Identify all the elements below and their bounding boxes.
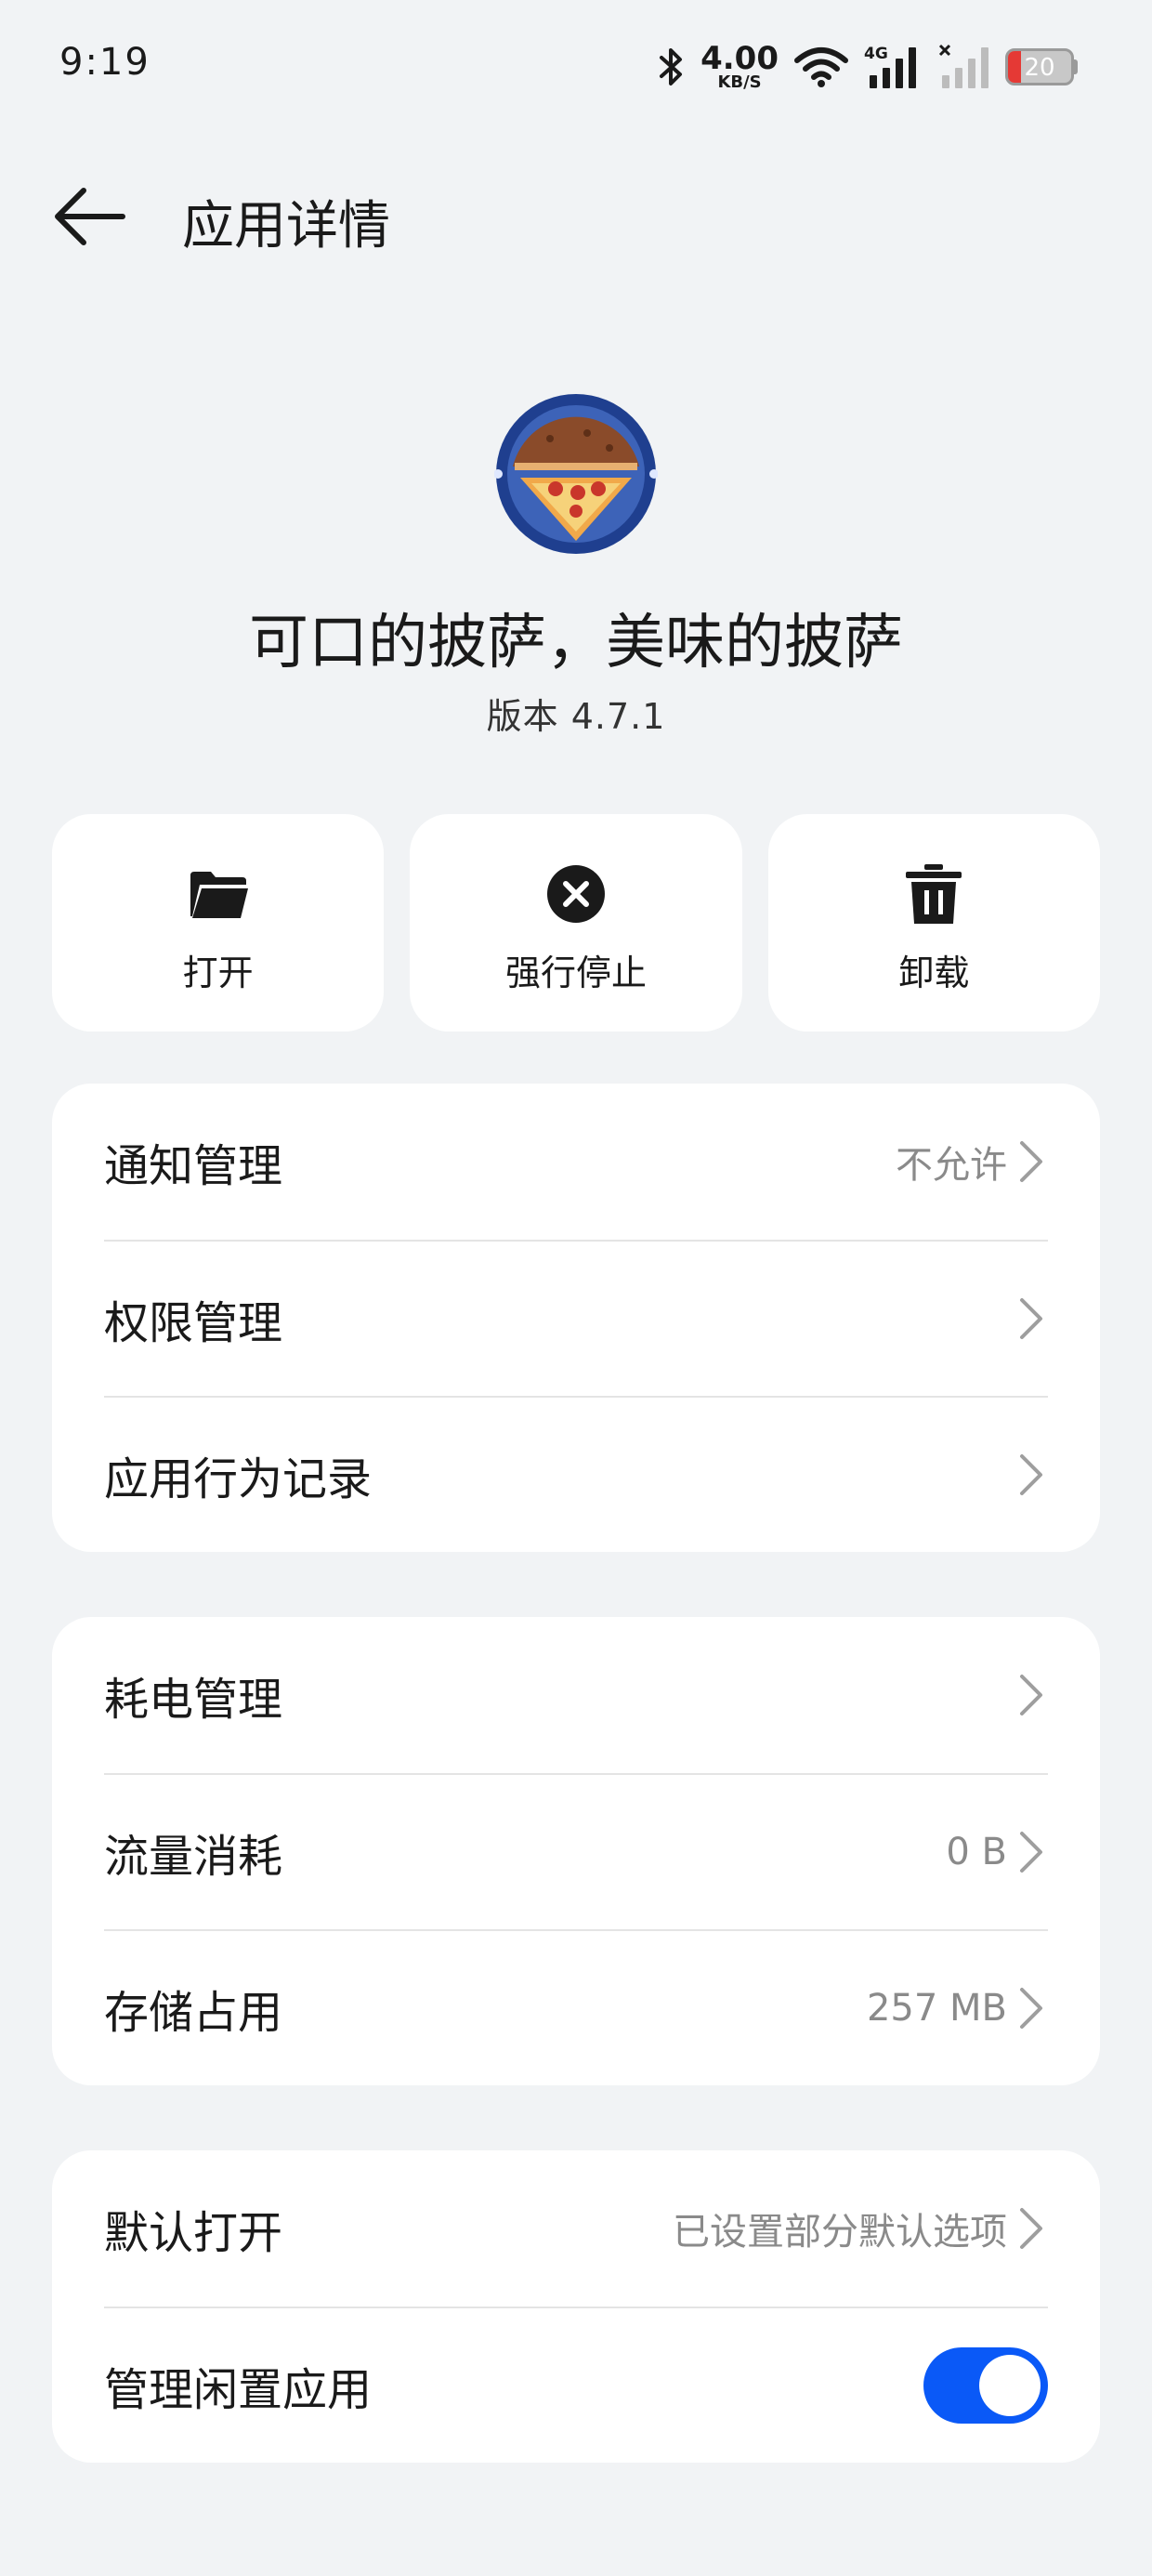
app-version: 版本 4.7.1 <box>486 696 666 737</box>
notification-management-label: 通知管理 <box>104 1140 283 1192</box>
default-open-value: 已设置部分默认选项 <box>673 2211 1007 2254</box>
battery-level: 20 <box>1024 54 1055 82</box>
open-button[interactable]: 打开 <box>52 814 385 1032</box>
bluetooth-icon <box>660 48 683 85</box>
force-stop-button-label: 强行停止 <box>504 953 647 993</box>
storage-usage-label: 存储占用 <box>104 1987 283 2039</box>
manage-idle-apps-item: 管理闲置应用 <box>104 2307 1048 2463</box>
chevron-right-icon <box>1020 1988 1042 2029</box>
back-arrow-icon <box>55 188 125 245</box>
permission-management-item[interactable]: 权限管理 <box>104 1240 1048 1396</box>
uninstall-button-label: 卸载 <box>898 953 970 993</box>
folder-icon <box>190 872 248 918</box>
settings-group-1: 通知管理 不允许 权限管理 应用行为记录 <box>52 1084 1100 1552</box>
back-button[interactable] <box>48 175 132 258</box>
default-open-label: 默认打开 <box>104 2207 283 2259</box>
page-title: 应用详情 <box>182 196 390 256</box>
notification-management-item[interactable]: 通知管理 不允许 <box>104 1084 1048 1240</box>
permission-management-label: 权限管理 <box>104 1297 283 1349</box>
trash-icon <box>906 864 962 924</box>
battery-management-item[interactable]: 耗电管理 <box>104 1617 1048 1773</box>
battery-management-label: 耗电管理 <box>104 1674 283 1726</box>
uninstall-button[interactable]: 卸载 <box>767 814 1100 1032</box>
storage-usage-item[interactable]: 存储占用 257 MB <box>104 1929 1048 2085</box>
data-usage-label: 流量消耗 <box>104 1831 283 1883</box>
signal-4g-icon: 4G <box>864 45 916 88</box>
data-usage-item[interactable]: 流量消耗 0 B <box>104 1773 1048 1929</box>
battery-icon: 20 <box>1005 48 1074 85</box>
chevron-right-icon <box>1020 1454 1042 1495</box>
app-behavior-record-label: 应用行为记录 <box>104 1453 373 1505</box>
notification-management-value: 不允许 <box>896 1144 1007 1187</box>
force-stop-icon <box>546 865 605 923</box>
chevron-right-icon <box>1020 1832 1042 1873</box>
settings-group-2: 耗电管理 流量消耗 0 B 存储占用 257 MB <box>52 1617 1100 2085</box>
app-name: 可口的披萨，美味的披萨 <box>249 609 903 677</box>
manage-idle-apps-toggle[interactable] <box>923 2347 1048 2424</box>
chevron-right-icon <box>1020 1141 1042 1182</box>
chevron-right-icon <box>1020 1675 1042 1715</box>
manage-idle-apps-label: 管理闲置应用 <box>104 2364 373 2416</box>
network-type-label: 4G <box>864 45 888 63</box>
storage-usage-value: 257 MB <box>866 1987 1007 2030</box>
default-open-item[interactable]: 默认打开 已设置部分默认选项 <box>104 2150 1048 2307</box>
status-bar: 9:19 4.00 KB/S 4G 20 <box>0 0 1152 139</box>
wifi-icon <box>794 47 848 87</box>
settings-group-3: 默认打开 已设置部分默认选项 管理闲置应用 <box>52 2150 1100 2463</box>
network-speed: 4.00 KB/S <box>700 43 779 91</box>
force-stop-button[interactable]: 强行停止 <box>410 814 742 1032</box>
data-usage-value: 0 B <box>946 1831 1007 1873</box>
action-buttons: 打开 强行停止 卸载 <box>52 814 1100 1032</box>
status-time: 9:19 <box>59 41 151 84</box>
open-button-label: 打开 <box>182 953 254 993</box>
network-speed-unit: KB/S <box>717 72 762 92</box>
signal-no-sim-icon <box>938 44 988 88</box>
chevron-right-icon <box>1020 1298 1042 1339</box>
pizza-app-icon <box>494 394 658 554</box>
chevron-right-icon <box>1020 2208 1042 2249</box>
status-icons: 4.00 KB/S 4G 20 <box>658 39 1078 95</box>
network-speed-value: 4.00 <box>700 40 779 77</box>
app-behavior-record-item[interactable]: 应用行为记录 <box>104 1396 1048 1552</box>
header: 应用详情 <box>0 158 1152 269</box>
toggle-knob <box>979 2355 1041 2416</box>
